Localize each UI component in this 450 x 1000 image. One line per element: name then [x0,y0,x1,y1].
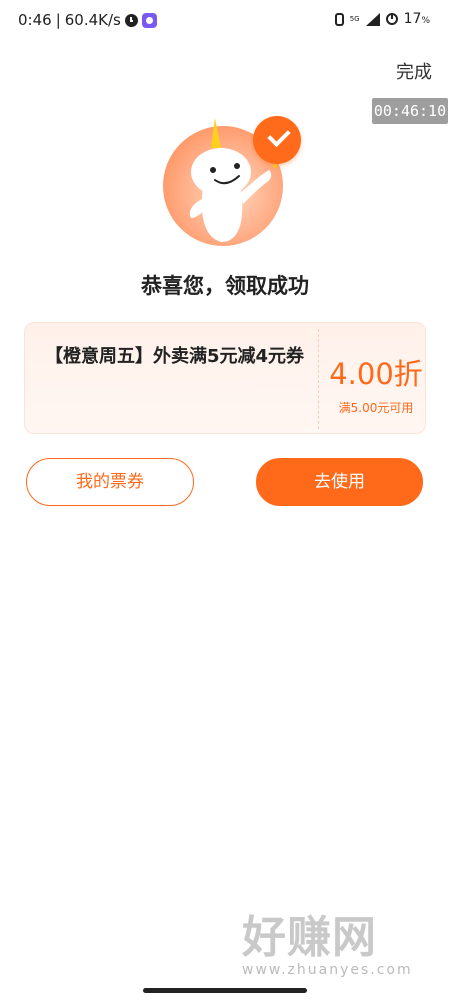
countdown-timer: 00:46:10 [372,98,448,124]
status-net-speed: 60.4K/s [64,11,121,29]
use-coupon-button[interactable]: 去使用 [256,458,423,506]
signal-icon [365,12,380,26]
coupon-card[interactable]: 【橙意周五】外卖满5元减4元券 4.00折 满5.00元可用 [24,322,426,434]
done-button[interactable]: 完成 [396,58,432,84]
coupon-discount: 4.00折 [329,357,423,391]
app-notification-icon [141,12,157,28]
my-coupons-button[interactable]: 我的票券 [26,458,194,506]
watermark: 好赚网 www.zhuanyes.com [242,912,442,979]
alarm-icon [124,13,138,27]
status-bar: 0:46 | 60.4K/s 5G 17% [0,0,450,40]
coupon-condition: 满5.00元可用 [338,401,414,415]
success-check-icon [253,116,301,164]
watermark-logo: 好赚网 [242,912,377,963]
status-time: 0:46 [18,11,52,29]
watermark-url: www.zhuanyes.com [242,962,413,978]
status-left: 0:46 | 60.4K/s [18,11,157,29]
battery-level: 17% [403,11,430,27]
coupon-divider [318,329,319,429]
bluetooth-icon [334,12,344,26]
status-separator: | [55,11,61,29]
success-title: 恭喜您，领取成功 [141,274,309,298]
home-indicator[interactable] [143,988,307,993]
network-type: 5G [349,14,360,23]
status-right: 5G 17% [334,11,430,27]
battery-icon [385,13,398,25]
coupon-name: 【橙意周五】外卖满5元减4元券 [45,346,305,367]
